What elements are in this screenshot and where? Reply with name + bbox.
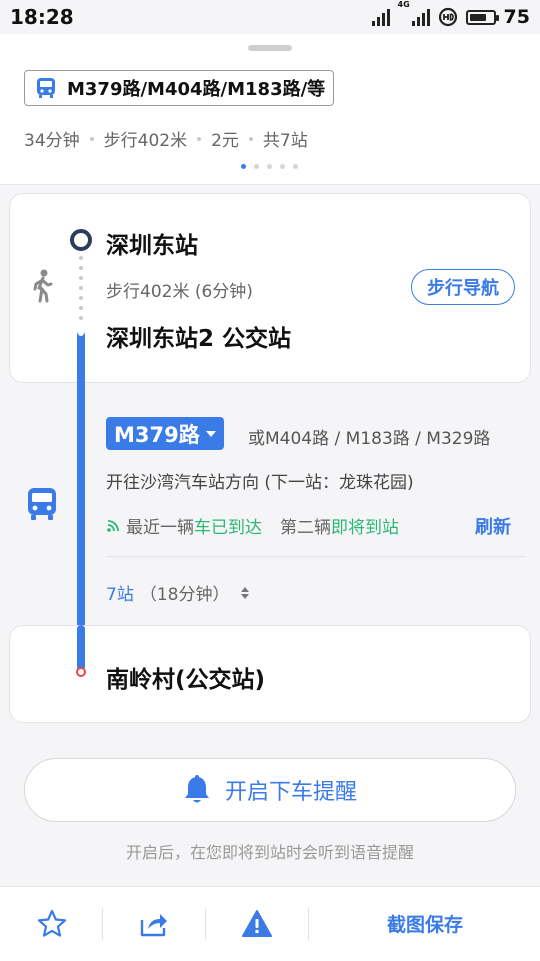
route-summary-text: M379路/M404路/M183路/等	[67, 79, 326, 100]
first-bus-label: 最近一辆	[126, 518, 194, 538]
separator-dot	[248, 136, 253, 141]
share-icon	[140, 914, 167, 937]
chevron-down-icon	[205, 430, 216, 437]
signal-4g-icon: 4G	[398, 0, 430, 26]
plan-pager[interactable]	[241, 164, 298, 169]
walk-detail: 步行402米 (6分钟)	[106, 282, 253, 302]
drag-handle[interactable]	[248, 45, 292, 51]
favorite-button[interactable]	[34, 906, 70, 942]
start-station: 深圳东站	[106, 233, 198, 259]
start-marker	[70, 229, 92, 251]
second-bus-status: 即将到站	[331, 518, 399, 538]
trip-duration: 34分钟	[24, 131, 80, 151]
toolbar-separator	[205, 908, 206, 940]
divider	[106, 556, 526, 557]
status-bar: 18:28 4G 75	[0, 0, 540, 34]
route-summary-panel: M379路/M404路/M183路/等 34分钟 步行402米 2元 共7站	[0, 34, 540, 185]
battery-icon	[465, 9, 499, 25]
bus-route-line	[77, 331, 85, 671]
screenshot-save-button[interactable]: 截图保存	[360, 910, 490, 937]
star-icon	[37, 909, 67, 937]
toolbar-separator	[102, 908, 103, 940]
pager-dot[interactable]	[280, 164, 285, 169]
share-button[interactable]	[136, 906, 172, 942]
realtime-arrival: 最近一辆 车已到达 第二辆 即将到站	[106, 513, 399, 538]
board-stop-marker	[78, 330, 84, 336]
expand-toggle-icon	[241, 586, 250, 599]
stops-time: （18分钟）	[139, 585, 230, 605]
bus-section-icon	[28, 488, 56, 520]
route-name: M379路	[114, 422, 200, 447]
signal-icon	[371, 8, 390, 26]
pager-dot[interactable]	[293, 164, 298, 169]
first-bus-status: 车已到达	[194, 518, 262, 538]
status-time: 18:28	[10, 5, 74, 29]
network-label: 4G	[397, 0, 410, 9]
trip-walk: 步行402米	[103, 131, 188, 151]
warning-icon	[242, 910, 272, 937]
destination-card	[9, 625, 531, 723]
board-stop: 深圳东站2 公交站	[106, 326, 292, 352]
pager-dot[interactable]	[241, 164, 246, 169]
reminder-label: 开启下车提醒	[224, 780, 357, 805]
alternative-routes: 或M404路 / M183路 / M329路	[248, 429, 491, 449]
bus-icon	[37, 78, 55, 98]
stops-expander[interactable]: 7站 （18分钟）	[106, 580, 250, 605]
separator-dot	[89, 136, 94, 141]
second-bus-label: 第二辆	[280, 518, 331, 538]
pager-dot[interactable]	[267, 164, 272, 169]
realtime-signal-icon	[107, 519, 119, 532]
reminder-note: 开启后，在您即将到站时会听到语音提醒	[125, 843, 414, 862]
walking-person-icon	[33, 269, 53, 303]
refresh-button[interactable]: 刷新	[475, 513, 511, 539]
battery-level-text: 75	[503, 6, 530, 28]
bus-direction: 开往沙湾汽车站方向 (下一站：龙珠花园)	[106, 473, 414, 493]
trip-fare: 2元	[211, 131, 239, 151]
route-chip[interactable]: M379路/M404路/M183路/等	[24, 70, 335, 106]
hd-call-icon	[438, 7, 457, 27]
bus-route-line-end	[77, 625, 85, 671]
walk-path-dots	[79, 256, 83, 320]
status-icons: 4G 75	[371, 0, 530, 28]
pager-dot[interactable]	[254, 164, 259, 169]
destination-stop: 南岭村(公交站)	[106, 667, 266, 693]
route-selector[interactable]: M379路	[106, 417, 224, 450]
trip-stops: 共7站	[262, 131, 308, 151]
bell-icon	[184, 775, 209, 803]
separator-dot	[197, 136, 202, 141]
end-marker	[76, 667, 86, 677]
report-button[interactable]	[239, 906, 275, 942]
trip-summary: 34分钟 步行402米 2元 共7站	[24, 126, 308, 151]
stops-count: 7站	[106, 585, 134, 605]
toolbar-separator	[308, 908, 309, 940]
alight-reminder-button[interactable]: 开启下车提醒	[24, 758, 516, 822]
walk-navigation-button[interactable]: 步行导航	[411, 269, 515, 305]
